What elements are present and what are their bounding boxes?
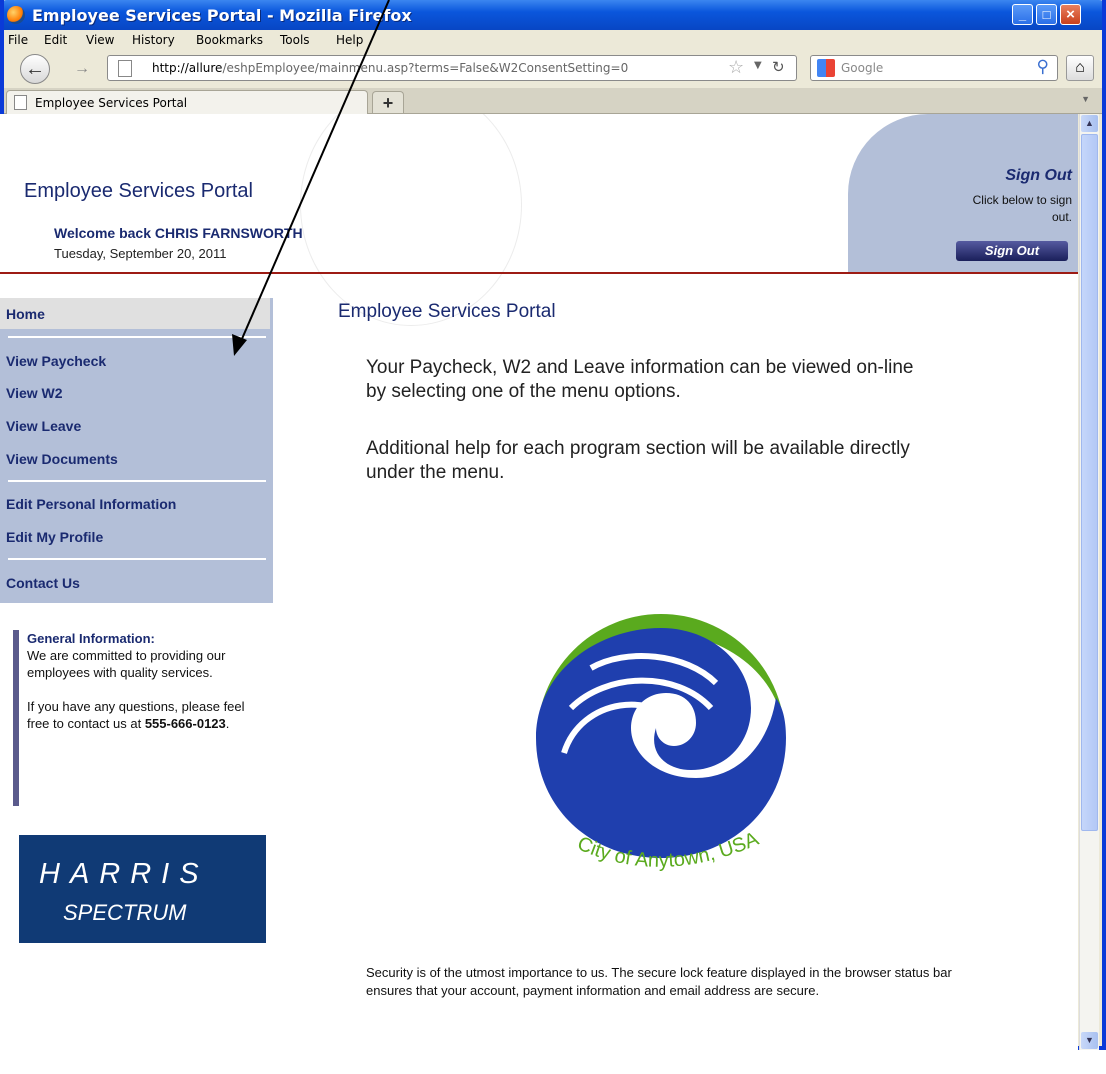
welcome-message: Welcome back CHRIS FARNSWORTH [54, 225, 303, 241]
scroll-down-icon[interactable]: ▼ [1081, 1032, 1098, 1049]
page-content: Employee Services Portal Welcome back CH… [0, 114, 1078, 1050]
scroll-thumb[interactable] [1081, 134, 1098, 831]
scroll-up-icon[interactable]: ▲ [1081, 115, 1098, 132]
menu-history[interactable]: History [132, 33, 175, 47]
vertical-scrollbar[interactable]: ▲ ▼ [1079, 114, 1099, 1050]
home-icon[interactable]: ⌂ [1066, 55, 1094, 81]
menu-divider [8, 336, 266, 338]
reload-icon[interactable]: ↻ [772, 58, 785, 76]
menu-item-view-w2[interactable]: View W2 [6, 385, 63, 401]
current-date: Tuesday, September 20, 2011 [54, 246, 227, 261]
harris-logo-line2: SPECTRUM [63, 900, 187, 925]
menu-item-edit-my-profile[interactable]: Edit My Profile [6, 529, 103, 545]
signout-title: Sign Out [1005, 167, 1072, 184]
url-dropdown-icon[interactable]: ▼ [754, 60, 762, 71]
harris-spectrum-logo: HARRIS SPECTRUM [19, 835, 266, 943]
menu-divider [8, 480, 266, 482]
phone-number: 555-666-0123 [144, 716, 226, 731]
help-paragraph: Additional help for each program section… [366, 438, 910, 483]
general-info-heading: General Information: [27, 631, 155, 646]
menu-item-view-paycheck[interactable]: View Paycheck [6, 353, 106, 369]
page-icon [118, 60, 132, 77]
general-information: General Information: We are committed to… [13, 630, 263, 806]
menu-tools[interactable]: Tools [280, 33, 310, 47]
forward-button[interactable]: → [72, 58, 92, 80]
menu-item-view-documents[interactable]: View Documents [6, 451, 118, 467]
menu-file[interactable]: File [8, 33, 28, 47]
url-text[interactable]: http://allure/eshpEmployee/mainmenu.asp?… [152, 61, 628, 75]
title-bar: Employee Services Portal - Mozilla Firef… [4, 0, 1102, 30]
intro-paragraph: Your Paycheck, W2 and Leave information … [366, 357, 914, 402]
harris-logo-line1: HARRIS [39, 858, 209, 890]
back-button[interactable]: ← [20, 54, 50, 84]
search-placeholder: Google [841, 61, 884, 75]
menu-item-edit-personal-information[interactable]: Edit Personal Information [6, 496, 176, 512]
menu-item-contact-us[interactable]: Contact Us [6, 575, 80, 591]
security-notice: Security is of the utmost importance to … [366, 965, 952, 998]
portal-header: Employee Services Portal Welcome back CH… [0, 114, 1078, 326]
menu-item-home[interactable]: Home [6, 306, 45, 322]
bookmark-star-icon[interactable]: ☆ [728, 57, 744, 78]
city-of-anytown-logo: City of Anytown, USA [536, 614, 786, 872]
search-bar[interactable]: Google ⚲ [810, 55, 1058, 81]
menu-bar: File Edit View History Bookmarks Tools H… [4, 30, 1102, 50]
navigation-toolbar: ← → http://allure/eshpEmployee/mainmenu.… [4, 50, 1102, 88]
new-tab-button[interactable]: + [372, 91, 404, 113]
side-menu: Home View Paycheck View W2 View Leave Vi… [0, 298, 273, 603]
google-icon[interactable] [817, 59, 835, 77]
header-divider [0, 272, 1078, 274]
menu-help[interactable]: Help [336, 33, 363, 47]
site-title: Employee Services Portal [24, 180, 253, 202]
search-icon[interactable]: ⚲ [1037, 57, 1049, 77]
tab-label: Employee Services Portal [35, 96, 188, 110]
window-title: Employee Services Portal - Mozilla Firef… [32, 6, 412, 25]
main-title: Employee Services Portal [338, 301, 556, 322]
address-bar[interactable]: http://allure/eshpEmployee/mainmenu.asp?… [107, 55, 797, 81]
minimize-button[interactable]: _ [1012, 4, 1033, 25]
menu-edit[interactable]: Edit [44, 33, 67, 47]
contact-period: . [225, 716, 230, 731]
signout-button[interactable]: Sign Out [956, 241, 1068, 261]
close-button[interactable]: × [1060, 4, 1081, 25]
header-decoration [300, 114, 522, 326]
list-tabs-icon[interactable]: ▼ [1081, 94, 1090, 104]
menu-bookmarks[interactable]: Bookmarks [196, 33, 263, 47]
menu-item-view-leave[interactable]: View Leave [6, 418, 81, 434]
maximize-button[interactable]: □ [1036, 4, 1057, 25]
signout-instructions: Click below to sign out. [972, 193, 1072, 224]
menu-divider [8, 558, 266, 560]
tab-strip: Employee Services Portal + ▼ [4, 88, 1102, 114]
page-icon [14, 95, 27, 110]
menu-view[interactable]: View [86, 33, 114, 47]
tab-employee-services-portal[interactable]: Employee Services Portal [6, 90, 368, 114]
firefox-icon [7, 6, 25, 24]
general-info-text: We are committed to providing our employ… [27, 648, 226, 680]
